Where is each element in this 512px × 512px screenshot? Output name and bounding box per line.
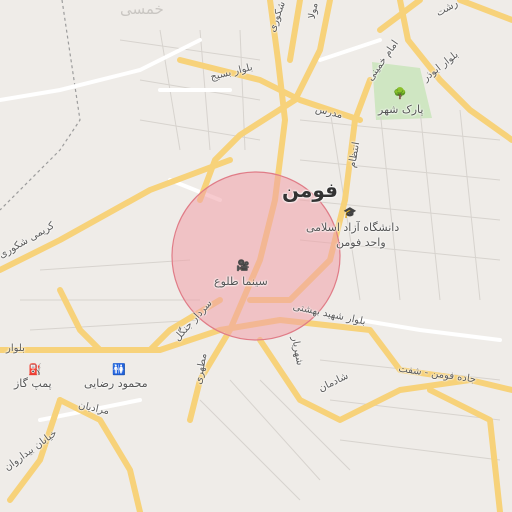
- map-view[interactable]: خمسی فومن 🎓 دانشگاه آزاد اسلامی واحد فوم…: [0, 0, 512, 512]
- city-label[interactable]: فومن: [282, 180, 338, 200]
- university-label-line1[interactable]: دانشگاه آزاد اسلامی: [306, 222, 399, 233]
- tree-icon[interactable]: 🌳: [393, 88, 407, 100]
- gas-station-label[interactable]: پمپ گاز: [14, 378, 52, 389]
- park-label[interactable]: پارک شهر: [378, 104, 423, 115]
- university-label-line2[interactable]: واحد فومن: [336, 237, 386, 248]
- restroom-label[interactable]: محمود رضایی: [84, 378, 148, 389]
- fuel-pump-icon[interactable]: ⛽: [28, 364, 42, 376]
- district-boundary: [0, 0, 81, 211]
- restroom-icon[interactable]: 🚻: [112, 364, 126, 376]
- cinema-label[interactable]: سینما طلوع: [214, 276, 268, 287]
- faded-place-label: خمسی: [120, 0, 164, 18]
- cinema-icon[interactable]: 🎥: [236, 260, 250, 272]
- road-label-bolvar: بلوار: [6, 343, 25, 354]
- university-icon[interactable]: 🎓: [343, 207, 357, 219]
